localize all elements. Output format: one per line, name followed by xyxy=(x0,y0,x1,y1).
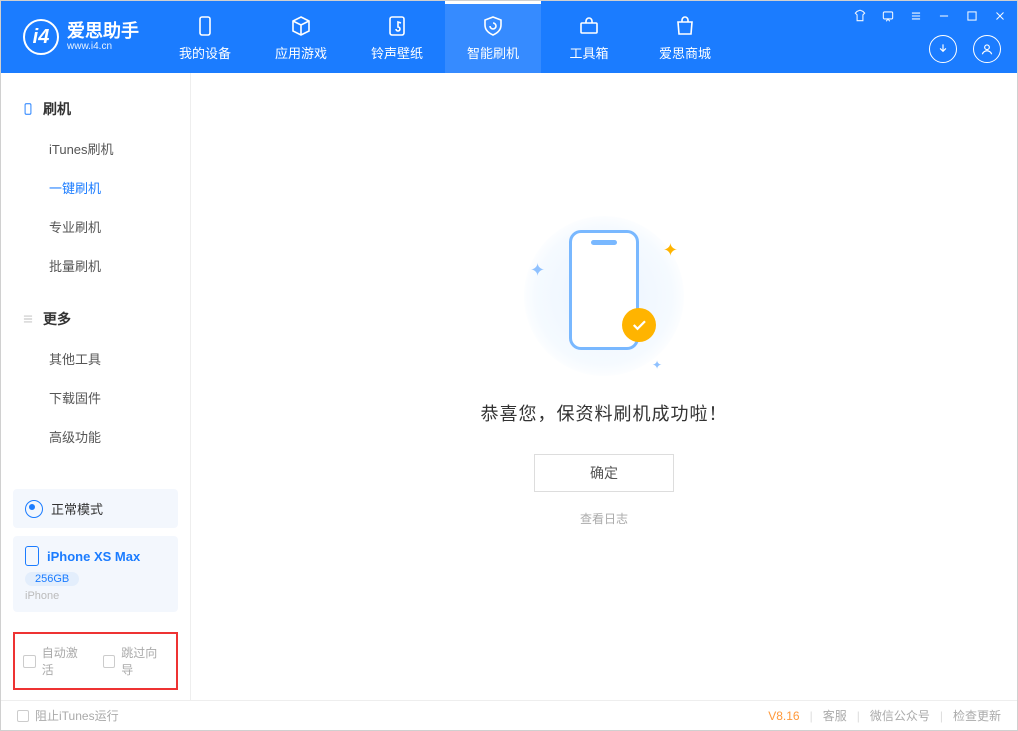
sparkle-icon: ✦ xyxy=(663,240,678,261)
sparkle-icon: ✦ xyxy=(652,358,662,372)
cube-icon xyxy=(288,13,314,39)
app-name: 爱思助手 xyxy=(67,22,139,42)
footer-link-update[interactable]: 检查更新 xyxy=(953,707,1001,724)
sidebar-item-itunes-flash[interactable]: iTunes刷机 xyxy=(1,129,190,168)
logo-icon: i4 xyxy=(23,19,59,55)
titlebar: i4 爱思助手 www.i4.cn 我的设备 应用游戏 铃声壁纸 智能刷机 工具… xyxy=(1,1,1017,73)
checkbox-block-itunes[interactable]: 阻止iTunes运行 xyxy=(17,707,119,724)
minimize-icon[interactable] xyxy=(937,9,951,26)
nav-apps-games[interactable]: 应用游戏 xyxy=(253,1,349,73)
account-button[interactable] xyxy=(973,35,1001,63)
checkbox-icon xyxy=(17,710,29,722)
footer-link-support[interactable]: 客服 xyxy=(823,707,847,724)
nav-smart-flash[interactable]: 智能刷机 xyxy=(445,1,541,73)
footer-link-wechat[interactable]: 微信公众号 xyxy=(870,707,930,724)
maximize-icon[interactable] xyxy=(965,9,979,26)
nav-label: 爱思商城 xyxy=(659,43,711,62)
shield-refresh-icon xyxy=(480,13,506,39)
sidebar-group-more: 更多 xyxy=(1,299,190,339)
nav-label: 我的设备 xyxy=(179,43,231,62)
checkbox-icon xyxy=(23,655,36,668)
device-name: iPhone XS Max xyxy=(47,549,140,564)
ok-button[interactable]: 确定 xyxy=(534,454,674,492)
checkbox-skip-guide[interactable]: 跳过向导 xyxy=(103,644,169,678)
menu-icon[interactable] xyxy=(909,9,923,26)
app-url: www.i4.cn xyxy=(67,41,139,52)
nav-label: 智能刷机 xyxy=(467,43,519,62)
nav-store[interactable]: 爱思商城 xyxy=(637,1,733,73)
sidebar-item-download-firmware[interactable]: 下载固件 xyxy=(1,378,190,417)
main-content: ✦ ✦ ✦ 恭喜您，保资料刷机成功啦！ 确定 查看日志 xyxy=(191,73,1017,700)
sparkle-icon: ✦ xyxy=(530,260,545,281)
device-storage: 256GB xyxy=(25,572,79,586)
checkbox-icon xyxy=(103,655,116,668)
close-icon[interactable] xyxy=(993,9,1007,26)
sidebar-group-flash: 刷机 xyxy=(1,89,190,129)
sidebar-item-oneclick-flash[interactable]: 一键刷机 xyxy=(1,168,190,207)
view-log-link[interactable]: 查看日志 xyxy=(580,510,628,527)
phone-icon xyxy=(25,546,39,566)
shopping-bag-icon xyxy=(672,13,698,39)
header-right-icons xyxy=(929,35,1001,63)
device-icon xyxy=(21,102,35,116)
nav-my-device[interactable]: 我的设备 xyxy=(157,1,253,73)
phone-icon xyxy=(192,13,218,39)
top-nav: 我的设备 应用游戏 铃声壁纸 智能刷机 工具箱 爱思商城 xyxy=(157,1,733,73)
mode-label: 正常模式 xyxy=(51,499,103,518)
app-logo: i4 爱思助手 www.i4.cn xyxy=(1,1,157,73)
checkbox-label: 跳过向导 xyxy=(121,644,168,678)
checkbox-label: 自动激活 xyxy=(42,644,89,678)
mode-icon xyxy=(25,500,43,518)
device-type: iPhone xyxy=(25,590,166,602)
device-info-panel[interactable]: iPhone XS Max 256GB iPhone xyxy=(13,536,178,612)
device-mode-panel[interactable]: 正常模式 xyxy=(13,489,178,528)
success-illustration: ✦ ✦ ✦ xyxy=(524,216,684,376)
sidebar-item-other-tools[interactable]: 其他工具 xyxy=(1,339,190,378)
nav-toolbox[interactable]: 工具箱 xyxy=(541,1,637,73)
list-icon xyxy=(21,312,35,326)
nav-ringtones-wallpapers[interactable]: 铃声壁纸 xyxy=(349,1,445,73)
flash-options-highlight: 自动激活 跳过向导 xyxy=(13,632,178,690)
checkbox-auto-activate[interactable]: 自动激活 xyxy=(23,644,89,678)
toolbox-icon xyxy=(576,13,602,39)
sidebar-item-batch-flash[interactable]: 批量刷机 xyxy=(1,246,190,285)
download-button[interactable] xyxy=(929,35,957,63)
version-label: V8.16 xyxy=(768,709,799,723)
window-controls xyxy=(853,9,1007,26)
group-label: 更多 xyxy=(43,309,71,329)
success-check-icon xyxy=(622,308,656,342)
success-message: 恭喜您，保资料刷机成功啦！ xyxy=(481,400,728,426)
music-file-icon xyxy=(384,13,410,39)
sidebar-item-advanced[interactable]: 高级功能 xyxy=(1,417,190,456)
skin-icon[interactable] xyxy=(853,9,867,26)
sidebar: 刷机 iTunes刷机 一键刷机 专业刷机 批量刷机 更多 其他工具 下载固件 … xyxy=(1,73,191,700)
nav-label: 铃声壁纸 xyxy=(371,43,423,62)
group-label: 刷机 xyxy=(43,99,71,119)
feedback-icon[interactable] xyxy=(881,9,895,26)
nav-label: 工具箱 xyxy=(569,43,608,62)
checkbox-label: 阻止iTunes运行 xyxy=(35,707,119,724)
status-bar: 阻止iTunes运行 V8.16 | 客服 | 微信公众号 | 检查更新 xyxy=(1,700,1017,730)
nav-label: 应用游戏 xyxy=(275,43,327,62)
sidebar-item-pro-flash[interactable]: 专业刷机 xyxy=(1,207,190,246)
